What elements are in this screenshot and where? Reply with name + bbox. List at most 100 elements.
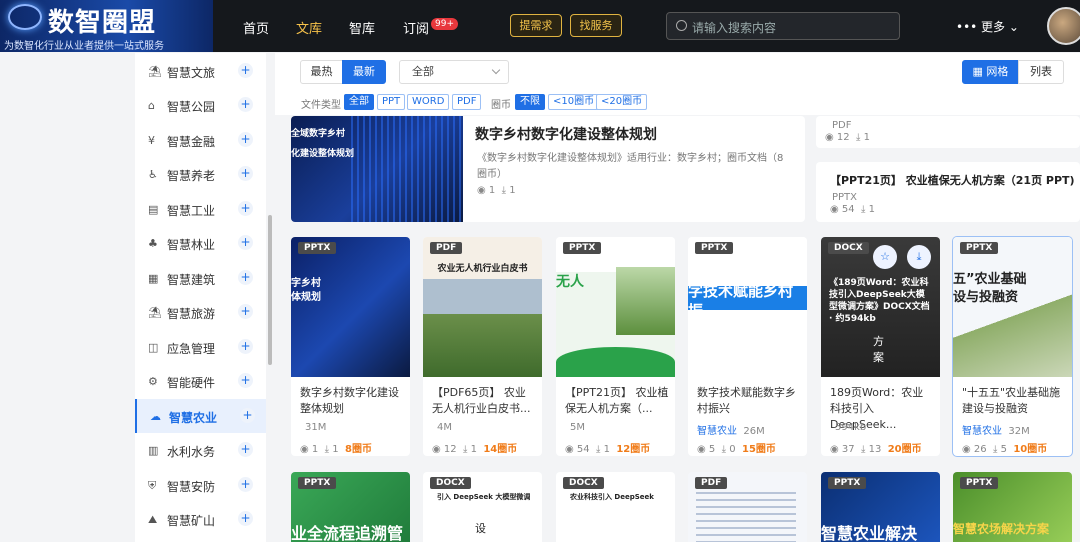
plus-icon[interactable]: + [238, 97, 253, 112]
sidebar-item[interactable]: ⛱ 智慧旅游 + [135, 295, 266, 329]
category-icon: ⛱ [148, 306, 162, 319]
type-all[interactable]: 全部 [344, 94, 374, 110]
category-select[interactable]: 全部 [399, 60, 509, 84]
card-thumbnail: 农业无人机行业白皮书 PDF [423, 237, 542, 377]
resource-card[interactable]: PDF [688, 472, 807, 542]
resource-card[interactable]: 五”农业基础 设与投融资 PPTX "十五五"农业基础施建设与投融资 智慧农业 3… [952, 236, 1073, 457]
sidebar-item[interactable]: ▦ 智慧建筑 + [135, 261, 266, 295]
plus-icon[interactable]: + [238, 304, 253, 319]
plus-icon[interactable]: + [238, 270, 253, 285]
resource-card[interactable]: PPTX 业全流程追溯管 [291, 472, 410, 542]
sidebar-scrollbar[interactable] [268, 215, 272, 365]
card-image-text: 《189页Word：农业科技引入DeepSeek大模型微调方案》DOCX文档 ·… [829, 278, 930, 325]
card-image-text: 字技术赋能乡村振 [688, 282, 794, 321]
coin-lt20[interactable]: <20圈币 [596, 94, 648, 110]
right-card-2[interactable]: 【PPT21页】 农业植保无人机方案（21页 PPT) PPTX ◉ 54 ⤓ … [816, 162, 1080, 222]
card-tag: 智慧农业 32M [962, 426, 1030, 437]
search-input[interactable]: 请输入搜索内容 [666, 12, 900, 40]
sidebar-item[interactable]: ⛱ 智慧文旅 + [135, 54, 266, 88]
plus-icon[interactable]: + [238, 477, 253, 492]
featured-image-text2: 化建设整体规划 [291, 149, 355, 159]
right-card-1[interactable]: PDF ◉ 12 ⤓ 1 [816, 116, 1080, 148]
sidebar-item[interactable]: ♿ 智慧养老 + [135, 157, 266, 191]
type-word[interactable]: WORD [407, 94, 450, 110]
coin-any[interactable]: 不限 [515, 94, 545, 110]
featured-image-text1: 全域数字乡村 [291, 129, 346, 139]
right-card-1-format: PDF [832, 120, 852, 131]
sidebar-item-label: 智慧金融 [167, 135, 216, 149]
resource-card[interactable]: 无人 PPTX 【PPT21页】 农业植保无人机方案（... 5M ◉ 54 ⤓ … [556, 237, 675, 456]
category-icon: ♿ [148, 168, 158, 181]
plus-icon[interactable]: + [240, 408, 255, 423]
sidebar-item[interactable]: ⛰ 智慧矿山 + [135, 502, 266, 536]
avatar[interactable] [1047, 7, 1080, 45]
resource-card[interactable]: DOCX 引入 DeepSeek 大模型微调设 [423, 472, 542, 542]
card-stats: ◉ 1 ⤓ 1 8圈币 [300, 444, 372, 455]
nav-thinktank[interactable]: 智库 [349, 18, 375, 37]
view-grid[interactable]: ▦ 网格 [962, 60, 1019, 84]
featured-title[interactable]: 数字乡村数字化建设整体规划 [475, 124, 657, 144]
sidebar-item[interactable]: ☁ 智慧农业 + [135, 399, 266, 433]
sort-new[interactable]: 最新 [342, 60, 386, 84]
post-need-button[interactable]: 提需求 [510, 14, 562, 37]
download-icon[interactable]: ⤓ [907, 245, 931, 269]
sidebar-item[interactable]: ♣ 智慧林业 + [135, 226, 266, 260]
favorite-icon[interactable]: ☆ [873, 245, 897, 269]
plus-icon[interactable]: + [238, 442, 253, 457]
card-size: 4M [437, 422, 452, 433]
resource-card[interactable]: 字乡村 体规划 PPTX 数字乡村数字化建设整体规划 31M ◉ 1 ⤓ 1 8圈… [291, 237, 410, 456]
sidebar-item[interactable]: ⛨ 智慧安防 + [135, 468, 266, 502]
resource-card[interactable]: 农业无人机行业白皮书 PDF 【PDF65页】 农业无人机行业白皮书... 4M … [423, 237, 542, 456]
find-service-button[interactable]: 找服务 [570, 14, 622, 37]
sidebar-item[interactable]: ⌂ 智慧公园 + [135, 88, 266, 122]
resource-card[interactable]: DOCX 农业科技引入 DeepSeek [556, 472, 675, 542]
nav-subscribe[interactable]: 订阅 [403, 18, 429, 37]
sidebar-item[interactable]: ▤ 智慧工业 + [135, 192, 266, 226]
card-title[interactable]: 【PDF65页】 农业无人机行业白皮书... [432, 385, 536, 417]
right-card-2-views: 54 [841, 204, 855, 215]
resource-card[interactable]: PPTX 智慧农业解决 [821, 472, 940, 542]
nav-home[interactable]: 首页 [243, 18, 269, 37]
featured-card[interactable]: 全域数字乡村 化建设整体规划 数字乡村数字化建设整体规划 《数字乡村数字化建设整… [291, 116, 805, 222]
search-icon [676, 20, 687, 31]
card-image-text: 智慧农场解决方案 [953, 522, 1050, 536]
card-title[interactable]: 数字技术赋能数字乡村振兴 [697, 385, 801, 417]
plus-icon[interactable]: + [238, 166, 253, 181]
sidebar-item-label: 智慧工业 [167, 204, 216, 218]
plus-icon[interactable]: + [238, 511, 253, 526]
view-list[interactable]: 列表 [1018, 60, 1064, 84]
card-stats: ◉ 12 ⤓ 1 14圈币 [432, 444, 518, 455]
sidebar-item[interactable]: ⚙ 智能硬件 + [135, 364, 266, 398]
type-ppt[interactable]: PPT [377, 94, 406, 110]
resource-card[interactable]: 《189页Word：农业科技引入DeepSeek大模型微调方案》DOCX文档 ·… [821, 237, 940, 456]
plus-icon[interactable]: + [238, 235, 253, 250]
sidebar-item[interactable]: ¥ 智慧金融 + [135, 123, 266, 157]
plus-icon[interactable]: + [238, 373, 253, 388]
sidebar-item-label: 智慧文旅 [167, 66, 216, 80]
category-icon: ▤ [148, 203, 159, 216]
card-title[interactable]: 【PPT21页】 农业植保无人机方案（... [565, 385, 669, 417]
nav-library[interactable]: 文库 [296, 18, 322, 37]
plus-icon[interactable]: + [238, 339, 253, 354]
plus-icon[interactable]: + [238, 63, 253, 78]
category-value: 全部 [412, 65, 434, 78]
sidebar-item-label: 智慧林业 [167, 238, 216, 252]
plus-icon[interactable]: + [238, 201, 253, 216]
main-content: 最热 最新 全部 ▦ 网格 列表 文件类型 全部 PPT WORD PDF 圈币… [275, 53, 1080, 542]
coin-lt10[interactable]: <10圈币 [548, 94, 600, 110]
more-menu[interactable]: ••• 更多 ⌄ [956, 18, 1019, 35]
sidebar: ⛱ 智慧文旅 + ⌂ 智慧公园 + ¥ 智慧金融 + ♿ 智慧养老 + ▤ 智慧工业 + ♣ 智慧林业 + ▦ 智慧建… [135, 53, 266, 542]
card-image-text: 引入 DeepSeek 大模型微调 [437, 493, 531, 501]
type-pdf[interactable]: PDF [452, 94, 482, 110]
plus-icon[interactable]: + [238, 132, 253, 147]
sidebar-item[interactable]: ▥ 水利水务 + [135, 433, 266, 467]
resource-card[interactable]: PPTX 智慧农场解决方案 [953, 472, 1072, 542]
card-title[interactable]: 数字乡村数字化建设整体规划 [300, 385, 404, 417]
sidebar-item[interactable]: ◫ 应急管理 + [135, 330, 266, 364]
sort-hot[interactable]: 最热 [300, 60, 343, 84]
card-size: 5M [570, 422, 585, 433]
logo[interactable]: 数智圈盟 为数智化行业从业者提供一站式服务 [0, 0, 213, 52]
card-stats: ◉ 54 ⤓ 1 12圈币 [565, 444, 651, 455]
card-title[interactable]: "十五五"农业基础施建设与投融资 [962, 385, 1066, 417]
resource-card[interactable]: 字技术赋能乡村振 PPTX 数字技术赋能数字乡村振兴 智慧农业 26M ◉ 5 ⤓… [688, 237, 807, 456]
